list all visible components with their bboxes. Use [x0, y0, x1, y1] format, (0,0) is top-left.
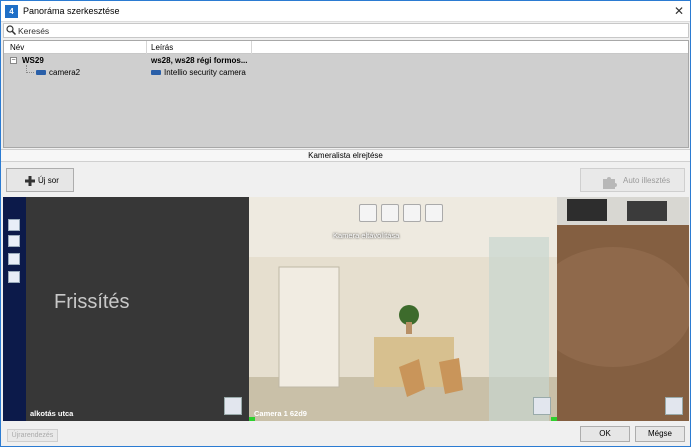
- column-divider[interactable]: [146, 41, 147, 54]
- fit-icon[interactable]: [403, 204, 421, 222]
- camera-tile-2[interactable]: Kamera eltávolítása Camera 1 62d9: [249, 197, 557, 421]
- camera-description: Intellio security camera: [164, 68, 246, 77]
- column-description-header[interactable]: Leírás: [151, 43, 173, 52]
- new-row-label: Új sor: [38, 176, 59, 185]
- window-title: Panoráma szerkesztése: [23, 6, 120, 16]
- new-row-button[interactable]: Új sor: [6, 168, 74, 192]
- panorama-view[interactable]: Frissítés alkotás utca Kamera eltávolítá…: [3, 197, 689, 421]
- close-icon[interactable]: ✕: [674, 4, 684, 18]
- rotate-icon[interactable]: [8, 219, 20, 231]
- title-bar[interactable]: 4 Panoráma szerkesztése ✕: [1, 1, 690, 22]
- group-name: WS29: [22, 56, 44, 65]
- delete-icon[interactable]: [8, 253, 20, 265]
- remove-camera-icon[interactable]: [359, 204, 377, 222]
- column-divider[interactable]: [251, 41, 252, 54]
- camera-type-icon: [151, 70, 161, 75]
- panorama-editor-window: 4 Panoráma szerkesztése ✕ Név Leírás − W…: [0, 0, 691, 447]
- camera-tile-3[interactable]: [557, 197, 689, 421]
- camera-name: camera2: [49, 68, 81, 77]
- collapse-toggle-icon[interactable]: −: [10, 57, 17, 64]
- side-toolbar: [3, 197, 26, 421]
- marker-left: [249, 417, 255, 421]
- cancel-button[interactable]: Mégse: [635, 426, 685, 442]
- puzzle-icon: [603, 177, 617, 189]
- plus-icon: [25, 176, 35, 186]
- search-icon: [6, 25, 16, 35]
- camera-label-1: alkotás utca: [30, 409, 74, 418]
- office-scene: [249, 197, 557, 421]
- camera-icon: [36, 70, 46, 75]
- hide-camera-list-toggle[interactable]: Kameralista elrejtése: [1, 149, 690, 162]
- auto-fit-label: Auto illesztés: [623, 176, 671, 185]
- camera-list[interactable]: Név Leírás − WS29 ws28, ws28 régi formos…: [3, 40, 689, 148]
- close-icon[interactable]: [8, 271, 20, 283]
- group-description: ws28, ws28 régi formos...: [151, 56, 248, 65]
- move-icon[interactable]: [8, 235, 20, 247]
- refresh-label[interactable]: Frissítés: [54, 291, 130, 314]
- search-box[interactable]: [3, 23, 689, 38]
- puzzle-icon[interactable]: [224, 397, 242, 415]
- puzzle-icon[interactable]: [533, 397, 551, 415]
- ok-button[interactable]: OK: [580, 426, 630, 442]
- camera-tile-1[interactable]: Frissítés alkotás utca: [26, 197, 249, 421]
- app-icon: 4: [5, 5, 18, 18]
- camera-label-2: Camera 1 62d9: [254, 409, 307, 418]
- tree-row-group[interactable]: − WS29 ws28, ws28 régi formos...: [4, 55, 688, 67]
- puzzle-icon[interactable]: [665, 397, 683, 415]
- camera-list-header: Név Leírás: [4, 41, 688, 54]
- tree-row-camera[interactable]: camera2 Intellio security camera: [4, 65, 688, 79]
- remove-camera-tooltip: Kamera eltávolítása: [333, 231, 400, 240]
- column-name-header[interactable]: Név: [10, 43, 24, 52]
- rotate-icon[interactable]: [381, 204, 399, 222]
- tree-connector: [26, 65, 34, 73]
- settings-icon[interactable]: [425, 204, 443, 222]
- search-input[interactable]: [18, 25, 678, 36]
- auto-fit-button[interactable]: Auto illesztés: [580, 168, 685, 192]
- desk-scene: [557, 197, 689, 421]
- reorder-button[interactable]: Újrarendezés: [7, 429, 58, 442]
